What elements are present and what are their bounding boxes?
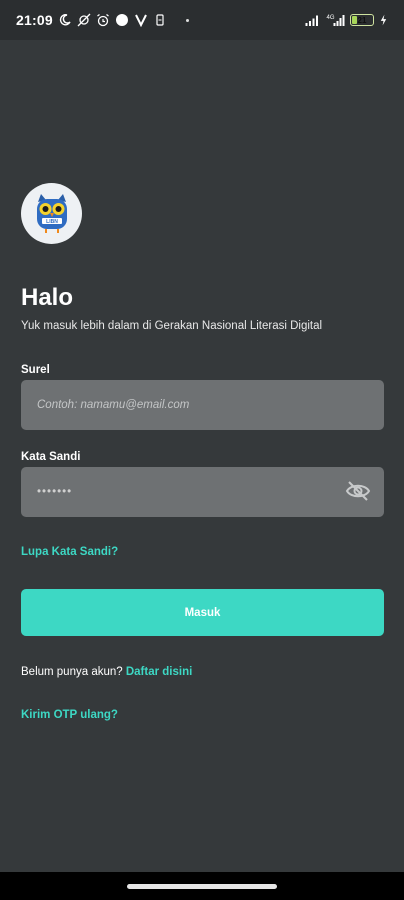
battery-icon: 21 (350, 14, 374, 26)
owl-logo-icon: LIBN (36, 193, 67, 233)
page-subtitle: Yuk masuk lebih dalam di Gerakan Nasiona… (21, 320, 323, 332)
circle-icon (115, 14, 128, 26)
storage-icon (156, 14, 164, 26)
battery-level: 21 (357, 15, 367, 25)
password-label: Kata Sandi (21, 451, 81, 463)
charging-icon (380, 14, 387, 26)
status-time: 21:09 (16, 12, 53, 28)
register-prompt: Belum punya akun? Daftar disini (21, 666, 192, 678)
status-right: 4G 21 (304, 13, 388, 27)
email-field[interactable] (21, 380, 384, 430)
svg-text:4G: 4G (327, 15, 335, 21)
logo-text: LIBN (46, 219, 58, 225)
alarm-icon (96, 14, 109, 27)
email-label: Surel (21, 364, 50, 376)
v-app-icon (134, 14, 147, 27)
status-bar: 21:09 4G 21 (0, 0, 404, 40)
status-left: 21:09 (16, 12, 189, 28)
forgot-password-link[interactable]: Lupa Kata Sandi? (21, 546, 118, 558)
register-link[interactable]: Daftar disini (126, 666, 192, 678)
home-indicator[interactable] (127, 883, 277, 889)
moon-icon (59, 14, 71, 26)
app-logo: LIBN (21, 183, 82, 244)
eye-off-icon[interactable] (345, 480, 371, 502)
page-title: Halo (21, 284, 74, 311)
signal-icon (305, 15, 318, 26)
resend-otp-link[interactable]: Kirim OTP ulang? (21, 709, 118, 721)
more-notifications-dot (185, 18, 189, 22)
no-notifications-icon (77, 13, 91, 27)
4g-signal-icon: 4G (327, 15, 345, 26)
login-button[interactable]: Masuk (21, 589, 384, 636)
register-prompt-text: Belum punya akun? (21, 666, 123, 678)
system-nav-bar (0, 872, 404, 900)
password-field[interactable] (21, 467, 384, 517)
